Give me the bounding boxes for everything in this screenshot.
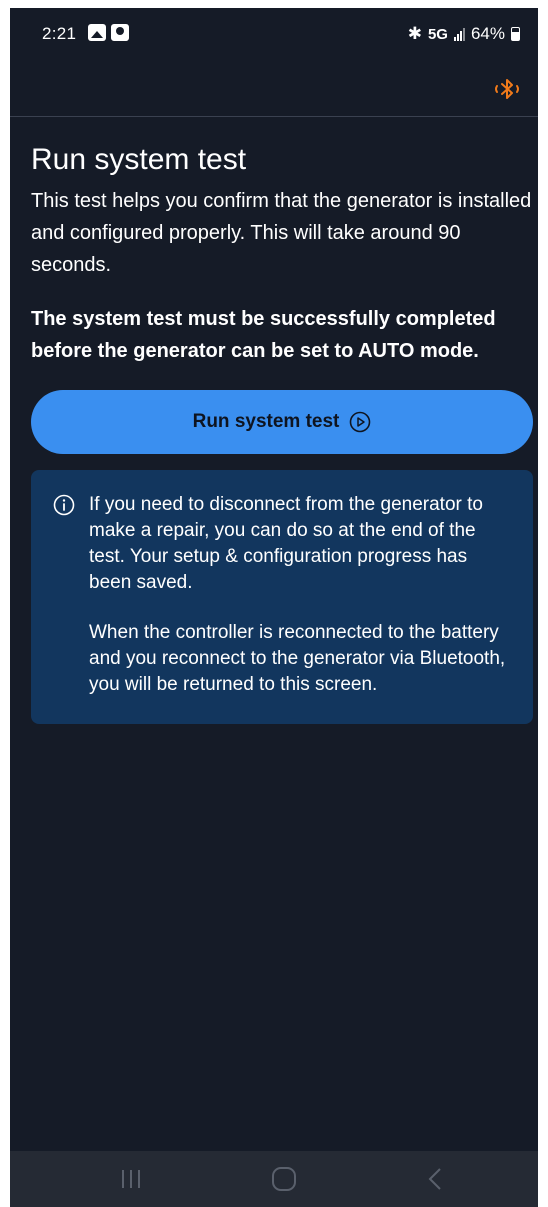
battery-level: 64% bbox=[470, 24, 505, 43]
run-button-label: Run system test bbox=[192, 411, 340, 432]
back-icon[interactable] bbox=[416, 1165, 456, 1193]
status-bar: 2:21 ✱ 5G 64% bbox=[10, 8, 538, 56]
info-icon bbox=[53, 494, 75, 516]
bluetooth-connected-icon[interactable] bbox=[492, 76, 522, 102]
info-paragraph-1: If you need to disconnect from the gener… bbox=[89, 494, 483, 593]
battery-icon bbox=[511, 27, 520, 41]
phone-screen: 2:21 ✱ 5G 64% Run system test This test … bbox=[10, 8, 538, 1207]
info-paragraph-2: When the controller is reconnected to th… bbox=[89, 622, 506, 695]
signal-strength-icon bbox=[453, 27, 465, 41]
run-system-test-button[interactable]: Run system test bbox=[31, 390, 533, 454]
notification-icons bbox=[88, 24, 129, 41]
info-card: If you need to disconnect from the gener… bbox=[31, 470, 533, 724]
navigation-bar bbox=[10, 1151, 538, 1207]
app-bar bbox=[10, 56, 538, 117]
recent-apps-icon[interactable] bbox=[111, 1165, 151, 1193]
network-type: 5G bbox=[427, 25, 448, 43]
bluetooth-status-icon: ✱ bbox=[407, 24, 422, 43]
page-title: Run system test bbox=[31, 143, 247, 176]
gallery-notification-icon bbox=[88, 24, 106, 41]
status-right-group: ✱ 5G 64% bbox=[408, 24, 520, 44]
info-text: If you need to disconnect from the gener… bbox=[89, 492, 509, 698]
warning-text: The system test must be successfully com… bbox=[31, 308, 496, 362]
main-content: Run system test This test helps you conf… bbox=[31, 141, 533, 724]
status-time: 2:21 bbox=[42, 24, 77, 43]
contact-notification-icon bbox=[111, 24, 129, 41]
play-circle-icon bbox=[350, 411, 371, 433]
home-icon[interactable] bbox=[264, 1165, 304, 1193]
intro-text: This test helps you confirm that the gen… bbox=[31, 190, 532, 276]
